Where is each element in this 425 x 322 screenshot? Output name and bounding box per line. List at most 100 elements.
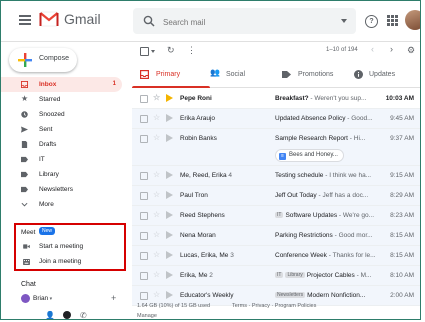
email-label-tag[interactable]: Library — [285, 272, 305, 278]
email-label-tag[interactable]: IT — [275, 212, 284, 218]
email-snippet: - Good mor... — [332, 232, 373, 239]
star-icon[interactable]: ☆ — [153, 93, 160, 102]
email-row[interactable]: ☆ Nena Moran Parking Restrictions - Good … — [132, 226, 420, 246]
prev-page-icon[interactable]: ‹ — [371, 44, 374, 54]
email-label-tag[interactable]: IT — [275, 272, 284, 278]
importance-marker-icon[interactable] — [166, 231, 173, 239]
star-icon[interactable]: ☆ — [153, 170, 160, 179]
plus-icon — [18, 53, 32, 67]
select-all-checkbox[interactable] — [140, 47, 149, 56]
star-icon[interactable]: ☆ — [153, 190, 160, 199]
email-checkbox[interactable] — [140, 135, 148, 143]
sidebar-item-drafts[interactable]: Drafts — [1, 137, 125, 152]
apps-grid-icon[interactable] — [387, 15, 398, 26]
manage-storage-link[interactable]: Manage — [137, 313, 157, 319]
search-bar[interactable] — [133, 8, 356, 34]
email-sender: Pepe Roni — [180, 95, 260, 102]
chat-user-brian[interactable]: Brian ▾ — [21, 294, 52, 303]
select-options-caret[interactable] — [151, 50, 155, 53]
search-input[interactable] — [161, 13, 335, 31]
sidebar-item-inbox[interactable]: Inbox 1 — [1, 77, 122, 92]
email-checkbox[interactable] — [140, 252, 148, 260]
tab-updates[interactable]: Updates — [354, 63, 420, 87]
importance-marker-icon[interactable] — [166, 191, 173, 199]
email-row[interactable]: ☆ Me, Reed, Erika 4 Testing schedule - I t… — [132, 166, 420, 186]
email-checkbox[interactable] — [140, 232, 148, 240]
phone-icon[interactable]: ✆ — [80, 311, 87, 319]
help-icon[interactable]: ? — [365, 15, 378, 28]
top-bar: Gmail ? — [1, 1, 420, 42]
sidebar-item-sent[interactable]: Sent — [1, 122, 125, 137]
sidebar-item-label: IT — [39, 156, 45, 163]
importance-marker-icon[interactable] — [166, 94, 173, 102]
email-row[interactable]: ☆ Erika, Me 2 IT Library Projector Cables - … — [132, 266, 420, 286]
star-icon[interactable]: ☆ — [153, 290, 160, 299]
label-icon — [21, 156, 28, 163]
person-icon[interactable]: 👤 — [45, 311, 55, 319]
hangouts-icon[interactable] — [63, 311, 71, 319]
attachment-chip[interactable]: ≡ Bees and Honey... — [275, 149, 344, 162]
sidebar-item-it[interactable]: IT — [1, 152, 125, 167]
star-icon[interactable]: ☆ — [153, 210, 160, 219]
importance-marker-icon[interactable] — [166, 271, 173, 279]
search-options-icon[interactable] — [341, 19, 347, 23]
terms-links[interactable]: Terms · Privacy · Program Policies — [232, 303, 316, 309]
add-chat-button[interactable]: + — [111, 293, 116, 303]
importance-marker-icon[interactable] — [166, 251, 173, 259]
email-row[interactable]: ☆ Lucas, Erika, Me 3 Conference Week - Tha… — [132, 246, 420, 266]
email-checkbox[interactable] — [140, 192, 148, 200]
gmail-logo[interactable]: Gmail — [39, 11, 101, 27]
tab-promotions[interactable]: Promotions — [282, 63, 352, 87]
thread-count: 3 — [230, 252, 234, 259]
more-vert-icon[interactable]: ⋮ — [187, 45, 196, 56]
chat-user-name: Brian — [33, 295, 49, 303]
start-meeting-button[interactable]: Start a meeting — [39, 243, 83, 250]
email-row[interactable]: ☆ Reed Stephens IT Software Updates - We'r… — [132, 206, 420, 226]
sidebar-item-library[interactable]: Library — [1, 167, 125, 182]
refresh-icon[interactable]: ↻ — [167, 45, 175, 56]
email-checkbox[interactable] — [140, 212, 148, 220]
email-time: 8:15 AM — [390, 232, 414, 239]
account-avatar[interactable] — [405, 10, 420, 30]
importance-marker-icon[interactable] — [166, 171, 173, 179]
menu-icon[interactable] — [19, 15, 31, 25]
email-row[interactable]: ☆ Robin Banks Sample Research Report - Hi… — [132, 129, 420, 166]
email-label-tag[interactable]: Newsletters — [275, 292, 306, 298]
next-page-icon[interactable]: › — [390, 44, 393, 54]
sidebar-nav: Inbox 1 ★ Starred Snoozed Sent Drafts IT… — [1, 77, 125, 212]
gear-icon[interactable]: ⚙ — [407, 45, 415, 56]
star-icon[interactable]: ☆ — [153, 113, 160, 122]
email-checkbox[interactable] — [140, 292, 148, 300]
importance-marker-icon[interactable] — [166, 291, 173, 299]
importance-marker-icon[interactable] — [166, 211, 173, 219]
star-icon[interactable]: ☆ — [153, 133, 160, 142]
email-row[interactable]: ☆ Erika Araujo Updated Absence Policy - G… — [132, 109, 420, 129]
email-sender: Robin Banks — [180, 135, 260, 142]
email-row[interactable]: ☆ Pepe Roni Breakfast? - Weren't you sup.… — [132, 89, 420, 109]
star-icon[interactable]: ☆ — [153, 270, 160, 279]
importance-marker-icon[interactable] — [166, 134, 173, 142]
star-icon[interactable]: ☆ — [153, 250, 160, 259]
star-icon[interactable]: ☆ — [153, 230, 160, 239]
importance-marker-icon[interactable] — [166, 114, 173, 122]
email-sender: Erika Araujo — [180, 115, 260, 122]
tab-primary[interactable]: Primary — [132, 63, 210, 88]
sidebar-item-more[interactable]: More — [1, 197, 125, 212]
sidebar-item-label: Starred — [39, 96, 61, 103]
join-meeting-button[interactable]: Join a meeting — [39, 258, 81, 265]
app-title: Gmail — [64, 11, 101, 27]
email-row[interactable]: ☆ Paul Tron Jeff Out Today - Jeff has a d… — [132, 186, 420, 206]
email-checkbox[interactable] — [140, 172, 148, 180]
sidebar-item-newsletters[interactable]: Newsletters — [1, 182, 125, 197]
page-count: 1–10 of 194 — [326, 47, 358, 53]
search-icon[interactable] — [143, 15, 155, 27]
email-time: 10:03 AM — [385, 95, 414, 102]
sidebar-item-snoozed[interactable]: Snoozed — [1, 107, 125, 122]
email-checkbox[interactable] — [140, 272, 148, 280]
sidebar-item-starred[interactable]: ★ Starred — [1, 92, 125, 107]
email-checkbox[interactable] — [140, 115, 148, 123]
email-checkbox[interactable] — [140, 95, 148, 103]
sender-name: Nena Moran — [180, 232, 216, 239]
tab-social[interactable]: 👥 Social — [210, 63, 280, 87]
compose-button[interactable]: Compose — [9, 48, 77, 72]
